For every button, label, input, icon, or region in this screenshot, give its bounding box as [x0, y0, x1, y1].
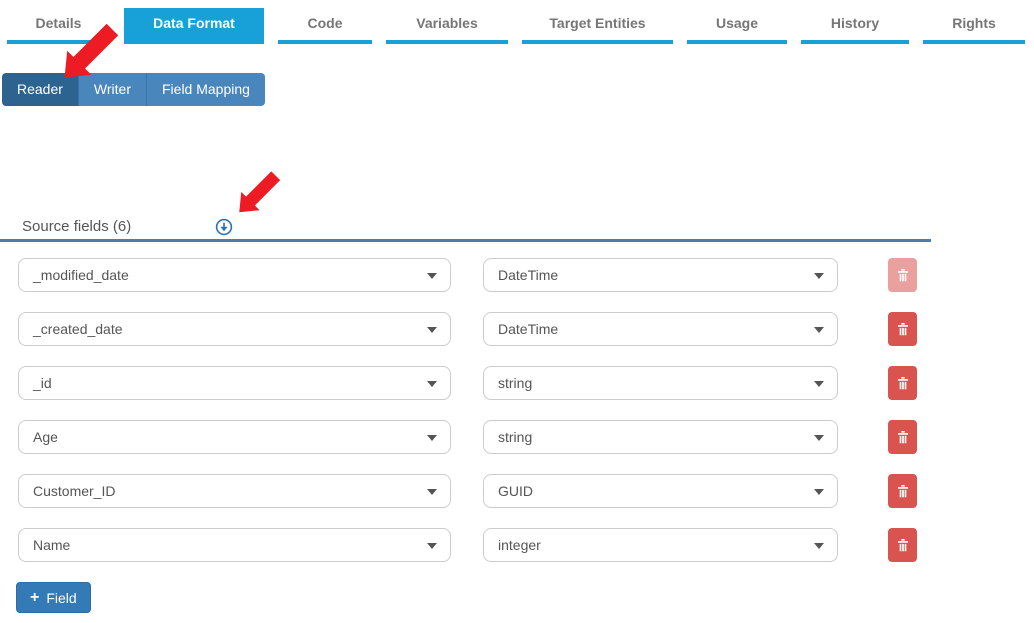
field-name-value: Age: [33, 429, 58, 445]
chevron-down-icon: [814, 489, 824, 495]
tab-rights[interactable]: Rights: [923, 8, 1025, 44]
field-row: _modified_date DateTime: [18, 258, 917, 292]
red-arrow-load-fields-icon: [230, 170, 285, 218]
field-type-value: string: [498, 429, 532, 445]
field-type-value: DateTime: [498, 267, 558, 283]
delete-field-button[interactable]: [888, 258, 917, 292]
field-row: Name integer: [18, 528, 917, 562]
section-divider: [0, 239, 931, 242]
field-name-value: Name: [33, 537, 70, 553]
trash-icon: [896, 268, 910, 283]
delete-field-button[interactable]: [888, 528, 917, 562]
field-row: Customer_ID GUID: [18, 474, 917, 508]
tab-data-format[interactable]: Data Format: [124, 8, 264, 44]
field-name-value: _created_date: [33, 321, 123, 337]
tab-history[interactable]: History: [801, 8, 909, 44]
field-type-select[interactable]: DateTime: [483, 312, 838, 346]
field-name-select[interactable]: _modified_date: [18, 258, 451, 292]
plus-icon: +: [30, 590, 39, 606]
chevron-down-icon: [427, 327, 437, 333]
red-arrow-reader-icon: [55, 22, 122, 85]
field-type-value: string: [498, 375, 532, 391]
field-type-value: GUID: [498, 483, 533, 499]
delete-field-button[interactable]: [888, 474, 917, 508]
delete-field-button[interactable]: [888, 420, 917, 454]
page: Details Data Format Code Variables Targe…: [0, 0, 1034, 623]
delete-field-button[interactable]: [888, 312, 917, 346]
field-type-value: DateTime: [498, 321, 558, 337]
trash-icon: [896, 538, 910, 553]
tab-usage[interactable]: Usage: [687, 8, 787, 44]
field-name-select[interactable]: Name: [18, 528, 451, 562]
chevron-down-icon: [814, 435, 824, 441]
subtab-field-mapping[interactable]: Field Mapping: [146, 73, 265, 106]
source-fields-list: _modified_date DateTime _created_date: [18, 258, 917, 582]
field-type-select[interactable]: string: [483, 366, 838, 400]
chevron-down-icon: [427, 273, 437, 279]
reader-writer-tab-group: Reader Writer Field Mapping: [2, 73, 265, 106]
field-type-value: integer: [498, 537, 541, 553]
chevron-down-icon: [814, 381, 824, 387]
field-row: _created_date DateTime: [18, 312, 917, 346]
field-name-select[interactable]: Age: [18, 420, 451, 454]
tab-target-entities[interactable]: Target Entities: [522, 8, 673, 44]
field-row: Age string: [18, 420, 917, 454]
field-type-select[interactable]: string: [483, 420, 838, 454]
chevron-down-icon: [814, 327, 824, 333]
delete-field-button[interactable]: [888, 366, 917, 400]
field-name-select[interactable]: _created_date: [18, 312, 451, 346]
main-tab-bar: Details Data Format Code Variables Targe…: [0, 8, 1034, 44]
trash-icon: [896, 484, 910, 499]
tab-variables[interactable]: Variables: [386, 8, 508, 44]
add-field-label: Field: [46, 590, 76, 606]
field-name-value: Customer_ID: [33, 483, 115, 499]
trash-icon: [896, 376, 910, 391]
chevron-down-icon: [814, 543, 824, 549]
trash-icon: [896, 430, 910, 445]
field-row: _id string: [18, 366, 917, 400]
load-source-fields-icon[interactable]: [215, 218, 233, 236]
chevron-down-icon: [427, 489, 437, 495]
field-type-select[interactable]: integer: [483, 528, 838, 562]
field-name-value: _modified_date: [33, 267, 129, 283]
chevron-down-icon: [427, 435, 437, 441]
field-name-select[interactable]: Customer_ID: [18, 474, 451, 508]
tab-code[interactable]: Code: [278, 8, 372, 44]
field-type-select[interactable]: DateTime: [483, 258, 838, 292]
field-name-select[interactable]: _id: [18, 366, 451, 400]
add-field-button[interactable]: + Field: [16, 582, 91, 613]
field-type-select[interactable]: GUID: [483, 474, 838, 508]
chevron-down-icon: [427, 381, 437, 387]
chevron-down-icon: [427, 543, 437, 549]
chevron-down-icon: [814, 273, 824, 279]
trash-icon: [896, 322, 910, 337]
field-name-value: _id: [33, 375, 52, 391]
source-fields-label: Source fields (6): [22, 218, 131, 235]
